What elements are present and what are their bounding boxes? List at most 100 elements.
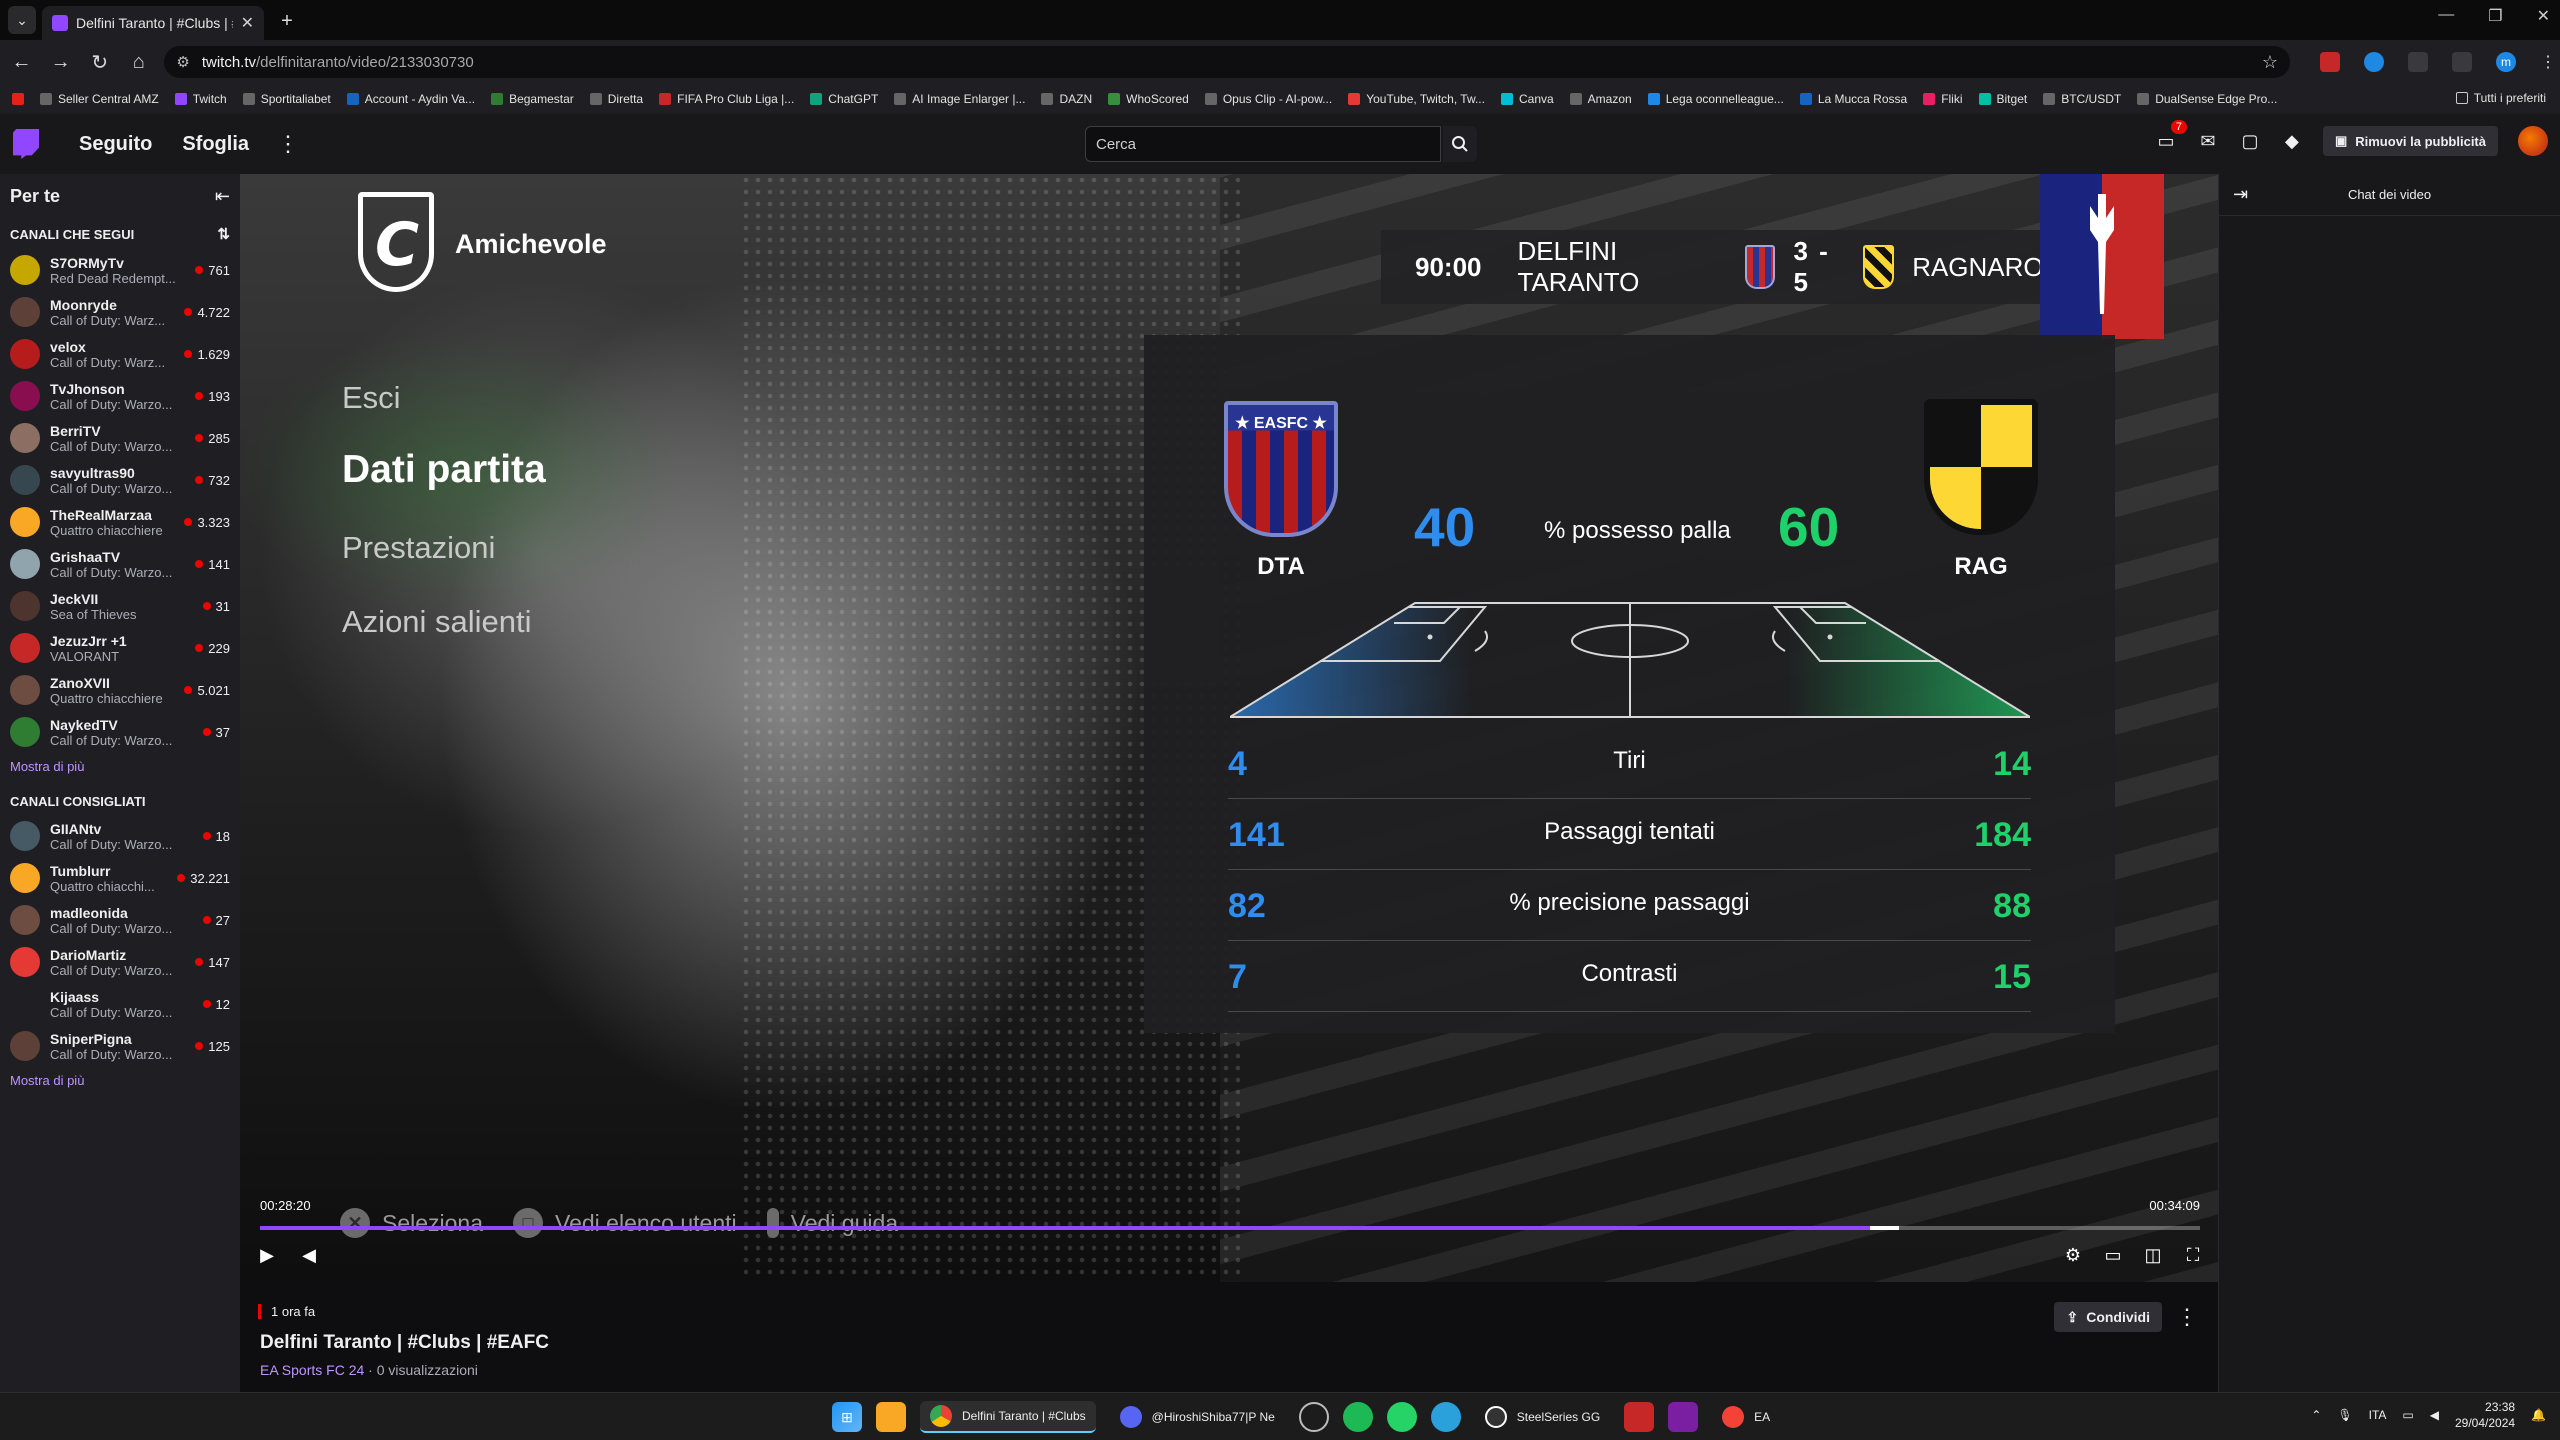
sidebar-channel[interactable]: Tumblurr Quattro chiacchi... 32.221 bbox=[0, 857, 240, 899]
inbox-icon[interactable]: ✉ bbox=[2197, 130, 2219, 152]
tab-search-button[interactable]: ⌄ bbox=[8, 6, 36, 34]
remove-ads-button[interactable]: ▣ Rimuovi la pubblicità bbox=[2322, 126, 2498, 156]
bookmark[interactable]: YouTube, Twitch, Tw... bbox=[1348, 92, 1485, 106]
seek-bar[interactable] bbox=[260, 1226, 2200, 1230]
sidebar-channel[interactable]: TvJhonson Call of Duty: Warzo... 193 bbox=[0, 375, 240, 417]
speaker-icon[interactable]: ◀ bbox=[2430, 1408, 2439, 1422]
minimize-icon[interactable]: — bbox=[2438, 6, 2454, 26]
new-tab-button[interactable]: + bbox=[272, 6, 302, 36]
sidebar-channel[interactable]: TheRealMarzaa Quattro chiacchiere 3.323 bbox=[0, 501, 240, 543]
media-control-icon[interactable] bbox=[2452, 52, 2472, 72]
notifications-icon[interactable]: ▭ 7 bbox=[2155, 120, 2187, 152]
app-icon[interactable] bbox=[1298, 1402, 1329, 1432]
taskbar-app-steelseries[interactable]: SteelSeries GG bbox=[1475, 1401, 1610, 1433]
extension-icon[interactable] bbox=[2320, 52, 2340, 72]
more-options-icon[interactable]: ⋮ bbox=[277, 131, 299, 157]
sidebar-channel[interactable]: NaykedTV Call of Duty: Warzo... 37 bbox=[0, 711, 240, 753]
language-indicator[interactable]: ITA bbox=[2369, 1408, 2387, 1422]
reload-button[interactable]: ↻ bbox=[82, 44, 117, 80]
extensions-puzzle-icon[interactable] bbox=[2408, 52, 2428, 72]
collapse-sidebar-icon[interactable]: ⇤ bbox=[215, 186, 230, 207]
game-category-link[interactable]: EA Sports FC 24 bbox=[260, 1362, 364, 1378]
browser-tab-active[interactable]: Delfini Taranto | #Clubs | #EAFC ✕ bbox=[42, 6, 264, 40]
twitch-logo-icon[interactable] bbox=[13, 129, 39, 159]
bookmark[interactable]: La Mucca Rossa bbox=[1799, 92, 1907, 106]
taskbar-app-discord[interactable]: @HiroshiShiba77|P Ne bbox=[1110, 1401, 1285, 1433]
restore-icon[interactable]: ❐ bbox=[2488, 6, 2502, 26]
sidebar-channel[interactable]: DarioMartiz Call of Duty: Warzo... 147 bbox=[0, 941, 240, 983]
sidebar-channel[interactable]: Moonryde Call of Duty: Warz... 4.722 bbox=[0, 291, 240, 333]
theatre-mode-icon[interactable]: ◫ bbox=[2142, 1244, 2164, 1266]
bookmark[interactable]: BTC/USDT bbox=[2043, 92, 2121, 106]
close-window-icon[interactable]: ✕ bbox=[2537, 6, 2550, 26]
app-icon[interactable] bbox=[1624, 1402, 1655, 1432]
tray-chevron-icon[interactable]: ⌃ bbox=[2311, 1408, 2321, 1422]
file-explorer-icon[interactable] bbox=[876, 1402, 906, 1432]
fullscreen-icon[interactable]: ⛶ bbox=[2182, 1244, 2204, 1266]
bookmark[interactable]: AI Image Enlarger |... bbox=[894, 92, 1025, 106]
play-icon[interactable]: ▶ bbox=[256, 1244, 278, 1266]
nav-browse[interactable]: Sfoglia bbox=[182, 133, 249, 156]
nav-following[interactable]: Seguito bbox=[79, 133, 152, 156]
miniplayer-icon[interactable]: ▭ bbox=[2102, 1244, 2124, 1266]
sidebar-channel[interactable]: S7ORMyTv Red Dead Redempt... 761 bbox=[0, 249, 240, 291]
search-button[interactable] bbox=[1443, 126, 1477, 162]
telegram-icon[interactable] bbox=[1430, 1402, 1461, 1432]
all-bookmarks-folder[interactable]: Tutti i preferiti bbox=[2455, 91, 2546, 105]
sidebar-channel[interactable]: Kijaass Call of Duty: Warzo... 12 bbox=[0, 983, 240, 1025]
bookmark[interactable]: Seller Central AMZ bbox=[40, 92, 159, 106]
collapse-chat-icon[interactable]: ⇥ bbox=[2233, 184, 2248, 205]
video-player[interactable]: C Amichevole Esci Dati partita Prestazio… bbox=[240, 174, 2218, 1282]
sidebar-channel[interactable]: GrishaaTV Call of Duty: Warzo... 141 bbox=[0, 543, 240, 585]
sort-icon[interactable]: ⇅ bbox=[217, 225, 230, 243]
sidebar-channel[interactable]: ZanoXVII Quattro chiacchiere 5.021 bbox=[0, 669, 240, 711]
chrome-menu-icon[interactable]: ⋮ bbox=[2540, 52, 2560, 72]
bookmark[interactable]: DualSense Edge Pro... bbox=[2137, 92, 2277, 106]
bookmark[interactable]: Account - Aydin Va... bbox=[346, 92, 475, 106]
taskbar-app-chrome[interactable]: Delfini Taranto | #Clubs bbox=[920, 1401, 1096, 1433]
bookmark[interactable]: ChatGPT bbox=[810, 92, 878, 106]
bookmark[interactable]: FIFA Pro Club Liga |... bbox=[659, 92, 794, 106]
search-input[interactable] bbox=[1085, 126, 1441, 162]
bookmark[interactable]: Begamestar bbox=[491, 92, 574, 106]
notification-bell-icon[interactable]: 🔔 bbox=[2531, 1408, 2546, 1422]
extension-icon[interactable] bbox=[2364, 52, 2384, 72]
sidebar-channel[interactable]: SniperPigna Call of Duty: Warzo... 125 bbox=[0, 1025, 240, 1067]
bookmark[interactable]: Fliki bbox=[1923, 92, 1963, 106]
bookmark[interactable]: Sportitaliabet bbox=[242, 92, 331, 106]
url-field[interactable]: ⚙ twitch.tv/delfinitaranto/video/2133030… bbox=[164, 46, 2290, 78]
start-menu-icon[interactable]: ⊞ bbox=[832, 1402, 862, 1432]
whatsapp-icon[interactable] bbox=[1386, 1402, 1417, 1432]
network-icon[interactable]: ▭ bbox=[2402, 1408, 2413, 1422]
volume-icon[interactable]: ◀ bbox=[298, 1244, 320, 1266]
user-avatar[interactable] bbox=[2518, 126, 2548, 156]
spotify-icon[interactable] bbox=[1342, 1402, 1373, 1432]
bookmark[interactable]: Diretta bbox=[589, 92, 643, 106]
sidebar-channel[interactable]: madleonida Call of Duty: Warzo... 27 bbox=[0, 899, 240, 941]
bits-icon[interactable]: ◆ bbox=[2281, 130, 2303, 152]
show-more-recommended-link[interactable]: Mostra di più bbox=[0, 1067, 240, 1096]
back-button[interactable]: ← bbox=[4, 44, 39, 80]
bookmark-star-icon[interactable]: ☆ bbox=[2262, 52, 2278, 73]
settings-icon[interactable]: ⚙ bbox=[2062, 1244, 2084, 1266]
app-icon[interactable] bbox=[1668, 1402, 1699, 1432]
sidebar-channel[interactable]: BerriTV Call of Duty: Warzo... 285 bbox=[0, 417, 240, 459]
sidebar-channel[interactable]: GIIANtv Call of Duty: Warzo... 18 bbox=[0, 815, 240, 857]
whispers-icon[interactable]: ▢ bbox=[2239, 130, 2261, 152]
profile-avatar[interactable]: m bbox=[2496, 52, 2516, 72]
microphone-icon[interactable]: 🎙 bbox=[2337, 1408, 2352, 1422]
bookmark[interactable] bbox=[12, 93, 24, 105]
sidebar-channel[interactable]: JeckVII Sea of Thieves 31 bbox=[0, 585, 240, 627]
bookmark[interactable]: WhoScored bbox=[1108, 92, 1189, 106]
more-options-icon[interactable]: ⋮ bbox=[2176, 1304, 2198, 1330]
tab-close-icon[interactable]: ✕ bbox=[241, 13, 254, 33]
bookmark[interactable]: Amazon bbox=[1569, 92, 1632, 106]
bookmark[interactable]: DAZN bbox=[1041, 92, 1092, 106]
sidebar-channel[interactable]: velox Call of Duty: Warz... 1.629 bbox=[0, 333, 240, 375]
bookmark[interactable]: Bitget bbox=[1978, 92, 2027, 106]
taskbar-app-ea[interactable]: EA bbox=[1712, 1401, 1780, 1433]
bookmark[interactable]: Opus Clip - AI-pow... bbox=[1204, 92, 1332, 106]
home-button[interactable]: ⌂ bbox=[121, 44, 156, 80]
forward-button[interactable]: → bbox=[43, 44, 78, 80]
show-more-followed-link[interactable]: Mostra di più bbox=[0, 753, 240, 782]
